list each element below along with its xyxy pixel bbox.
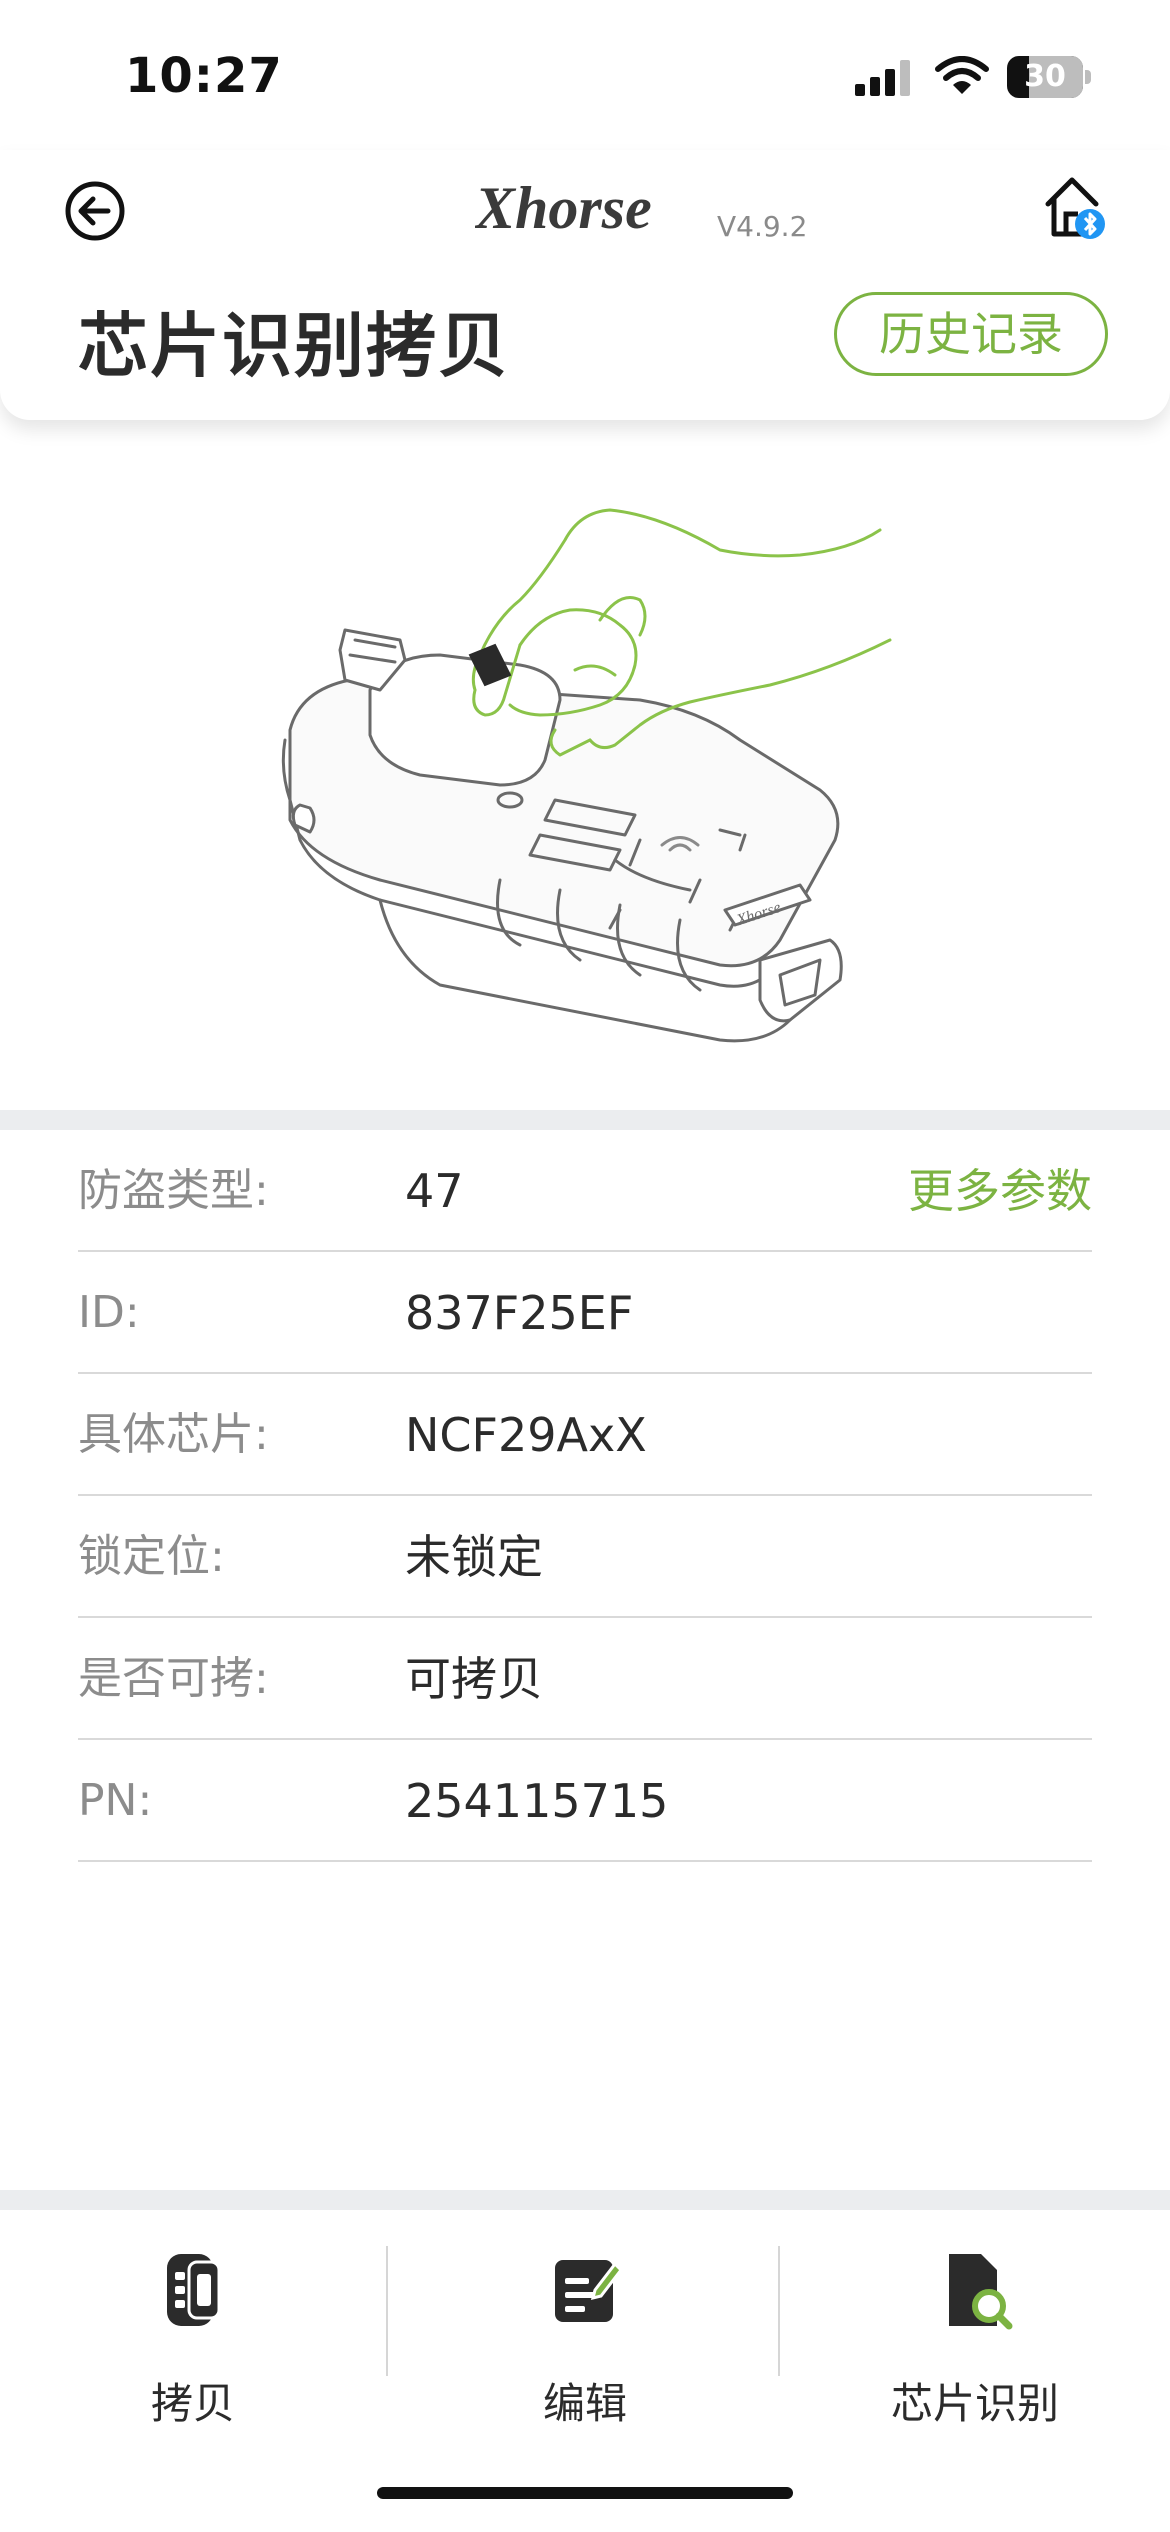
info-label: PN: xyxy=(78,1775,153,1826)
info-row-lock: 锁定位: 未锁定 xyxy=(78,1496,1092,1618)
tab-label: 芯片识别 xyxy=(890,2379,1059,2428)
home-indicator[interactable] xyxy=(377,2487,793,2499)
tab-chip-identify[interactable]: 芯片识别 xyxy=(825,2250,1125,2430)
info-row-pn: PN: 254115715 xyxy=(78,1740,1092,1862)
xhorse-logo: Xhorse xyxy=(475,175,652,241)
bottom-tab-bar: 拷贝 编辑 芯片识别 xyxy=(0,2210,1170,2532)
device-illustration: Xhorse xyxy=(281,508,892,1043)
info-row-copyable: 是否可拷: 可拷贝 xyxy=(78,1618,1092,1740)
info-label: ID: xyxy=(78,1287,140,1338)
wifi-icon xyxy=(935,56,989,94)
tab-label: 编辑 xyxy=(542,2379,627,2428)
cellular-signal-icon xyxy=(855,60,910,96)
status-time: 10:27 xyxy=(125,48,283,104)
page-title: 芯片识别拷贝 xyxy=(78,305,510,387)
info-row-chip: 具体芯片: NCF29AxX xyxy=(78,1374,1092,1496)
header: Xhorse V4.9.2 芯片识别拷贝 历史记录 xyxy=(0,150,1170,420)
tab-copy[interactable]: 拷贝 xyxy=(43,2250,343,2430)
tab-separator xyxy=(778,2246,780,2376)
info-label: 是否可拷: xyxy=(78,1653,269,1704)
info-value: 未锁定 xyxy=(405,1530,543,1584)
battery-level-text: 30 xyxy=(1024,59,1066,94)
home-bluetooth-icon[interactable] xyxy=(1044,174,1106,242)
chip-search-icon xyxy=(949,2254,1013,2330)
tab-bar-divider xyxy=(0,2190,1170,2210)
tab-label: 拷贝 xyxy=(150,2379,235,2428)
tab-separator xyxy=(386,2246,388,2376)
chip-info-list: 防盗类型: 47 更多参数 ID: 837F25EF 具体芯片: NCF29Ax… xyxy=(78,1130,1092,1862)
info-value: 47 xyxy=(405,1164,464,1218)
info-label: 具体芯片: xyxy=(78,1409,269,1460)
info-value: 837F25EF xyxy=(405,1286,634,1340)
app-version: V4.9.2 xyxy=(717,210,808,243)
info-row-immo-type: 防盗类型: 47 更多参数 xyxy=(78,1130,1092,1252)
history-button[interactable]: 历史记录 xyxy=(834,292,1108,376)
car-key-icon xyxy=(167,2254,221,2326)
info-value: NCF29AxX xyxy=(405,1408,647,1462)
edit-document-icon xyxy=(555,2260,623,2322)
info-row-id: ID: 837F25EF xyxy=(78,1252,1092,1374)
status-bar: 10:27 30 xyxy=(0,0,1170,150)
info-value: 254115715 xyxy=(405,1774,669,1828)
info-label: 防盗类型: xyxy=(78,1165,269,1216)
info-value: 可拷贝 xyxy=(405,1652,543,1706)
info-label: 锁定位: xyxy=(78,1531,225,1582)
battery-icon: 30 xyxy=(1007,56,1091,98)
section-divider xyxy=(0,1110,1170,1130)
more-params-link[interactable]: 更多参数 xyxy=(908,1130,1092,1252)
back-arrow-icon[interactable] xyxy=(62,178,128,244)
tab-edit[interactable]: 编辑 xyxy=(435,2250,735,2430)
logo-text: Xhorse xyxy=(475,175,652,241)
